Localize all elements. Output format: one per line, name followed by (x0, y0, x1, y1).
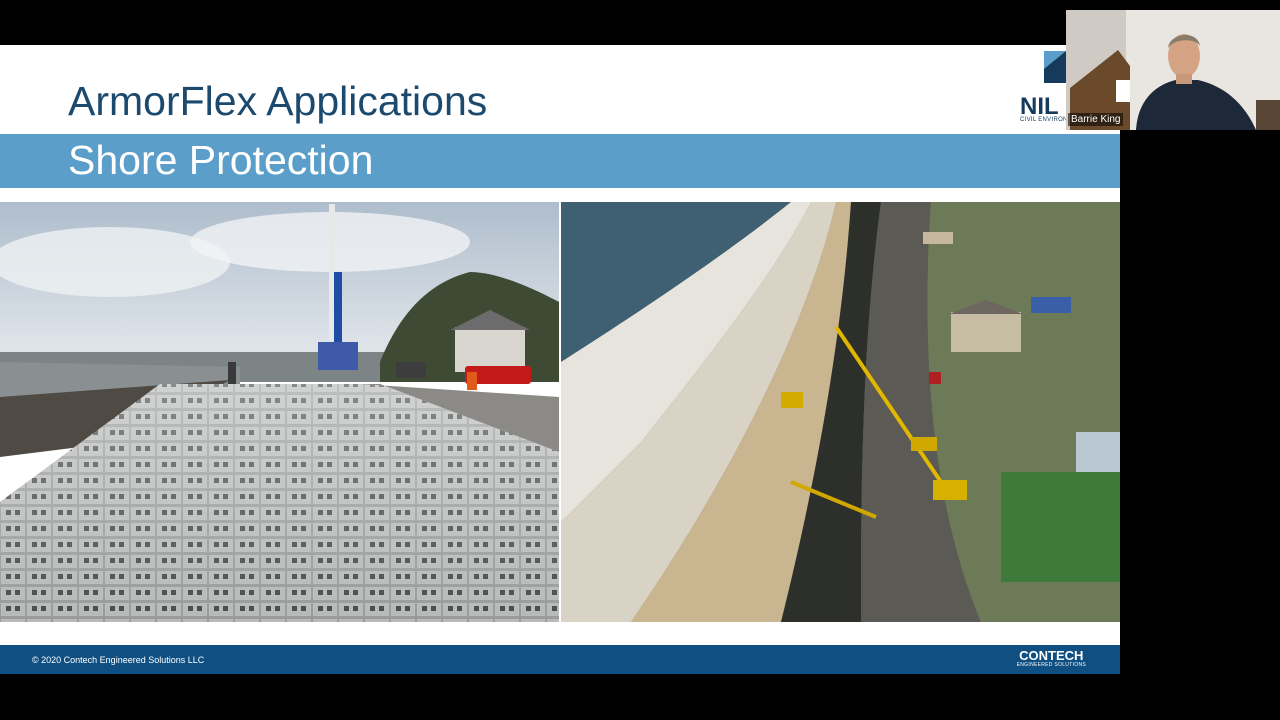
slide-title: ArmorFlex Applications (68, 78, 488, 124)
slide-footer: © 2020 Contech Engineered Solutions LLC … (0, 645, 1120, 674)
armorflex-mat-photo (0, 202, 559, 622)
participant-name-label: Barrie King (1068, 113, 1124, 126)
aerial-shoreline-photo (561, 202, 1120, 622)
presentation-slide: ArmorFlex Applications NIL CIVIL ENVIRON… (0, 45, 1120, 674)
participant-video-feed (1066, 10, 1280, 130)
footer-brand-name: CONTECH (1019, 648, 1084, 663)
subtitle-bar: Shore Protection (0, 134, 1120, 188)
slide-subtitle: Shore Protection (68, 137, 374, 183)
participant-video-tile[interactable]: Barrie King (1066, 10, 1280, 130)
footer-copyright: © 2020 Contech Engineered Solutions LLC (32, 655, 205, 665)
footer-brand-logo: CONTECH ENGINEERED SOLUTIONS (1017, 649, 1086, 668)
footer-brand-tagline: ENGINEERED SOLUTIONS (1016, 662, 1086, 668)
